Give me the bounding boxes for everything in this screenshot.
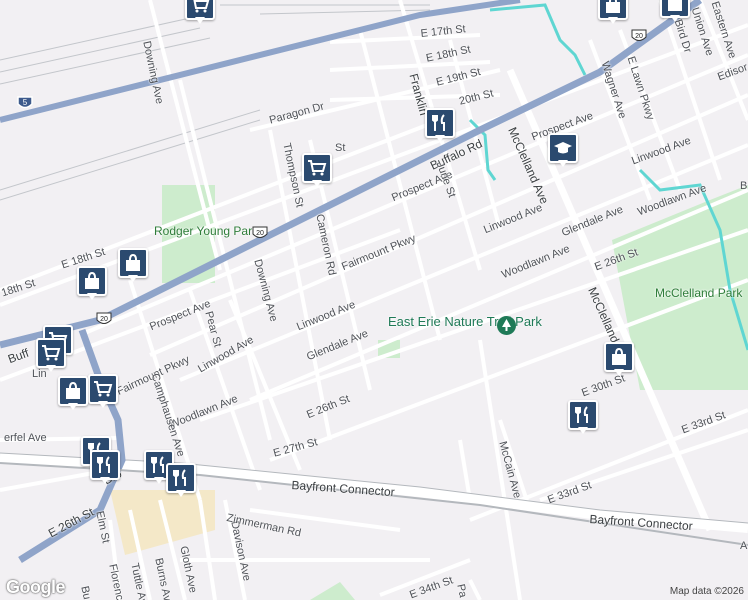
restaurant-icon (97, 456, 110, 473)
shopping-cart-icon (308, 160, 327, 176)
graduation-cap-icon (554, 142, 572, 154)
shop-pin[interactable] (118, 248, 148, 282)
tree-icon[interactable] (497, 316, 516, 335)
svg-text:20: 20 (635, 33, 643, 40)
small-park-area (310, 582, 355, 600)
restaurant-pin[interactable] (90, 450, 120, 484)
shopping-cart-icon (94, 381, 113, 397)
street-label-bu-fragment: Bu (78, 585, 93, 600)
grocery-pin[interactable] (302, 153, 332, 187)
svg-text:20: 20 (256, 230, 264, 237)
shopping-cart-icon (42, 345, 61, 361)
restaurant-icon (173, 469, 186, 486)
svg-text:5: 5 (23, 98, 28, 107)
map-attribution[interactable]: Map data ©2026 (670, 586, 744, 597)
street-label-b-fragment: B (740, 180, 748, 192)
park-label-mcclelland[interactable]: McClelland Park (655, 286, 742, 300)
shopping-bag-icon (85, 271, 99, 289)
shop-pin[interactable] (598, 0, 628, 24)
grocery-pin[interactable] (185, 0, 215, 24)
poi-label-nature-trail[interactable]: East Erie Nature Trail Park (388, 314, 542, 329)
route-20-shield-icon: 20 (96, 311, 112, 327)
grocery-pin[interactable] (36, 338, 66, 372)
restaurant-icon (575, 406, 588, 423)
google-logo: Google (6, 577, 66, 597)
shopping-cart-icon (193, 0, 210, 13)
street-label-erfel: erfel Ave (4, 432, 47, 444)
shop-pin[interactable] (604, 342, 634, 376)
shopping-bag-icon (66, 381, 80, 399)
route-5-shield-icon: 5 (17, 95, 33, 111)
restaurant-pin[interactable] (568, 400, 598, 434)
shop-pin[interactable] (660, 0, 690, 22)
shopping-bag-icon (668, 0, 682, 11)
map-canvas[interactable]: E 17th St E 18th St E 19th St 20th St Pa… (0, 0, 748, 600)
shopping-bag-icon (612, 347, 626, 365)
school-pin[interactable] (548, 133, 578, 167)
park-label-rodger-young[interactable]: Rodger Young Park (154, 224, 258, 238)
shopping-bag-icon (606, 0, 620, 13)
svg-text:20: 20 (100, 316, 108, 323)
route-20-shield-icon: 20 (631, 28, 647, 44)
restaurant-pin[interactable] (166, 463, 196, 497)
shop-pin[interactable] (77, 266, 107, 300)
shopping-bag-icon (126, 253, 140, 271)
grocery-pin[interactable] (88, 374, 118, 408)
street-label-st-fragment: St (335, 142, 346, 154)
restaurant-pin[interactable] (425, 108, 455, 142)
street-label-pa-fragment: Pa (454, 583, 469, 599)
route-20-shield-icon: 20 (252, 225, 268, 241)
shop-pin[interactable] (58, 376, 88, 410)
restaurant-icon (432, 114, 445, 131)
street-label-a-fragment: A (740, 540, 748, 552)
